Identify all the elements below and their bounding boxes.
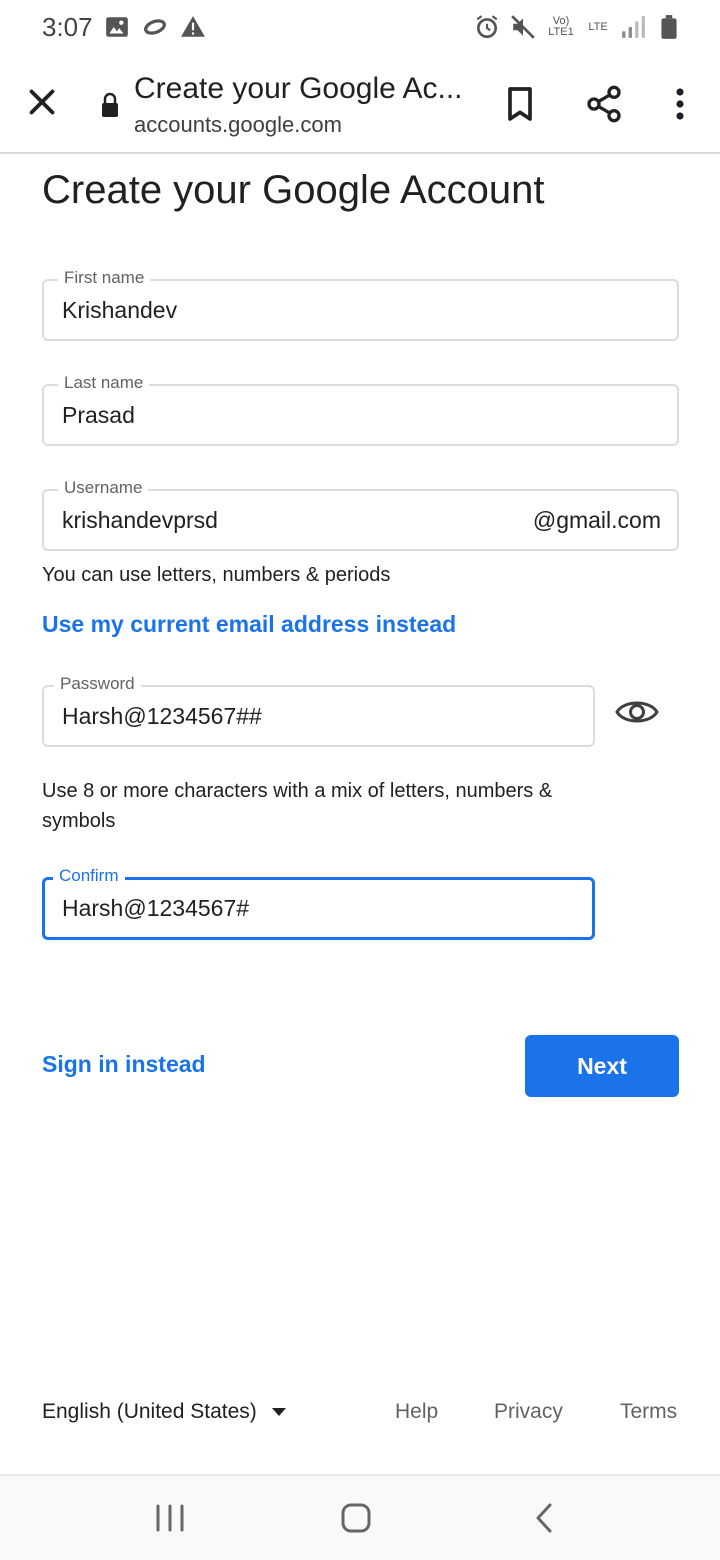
username-value[interactable]: krishandevprsd	[62, 507, 218, 534]
warning-icon	[181, 16, 205, 37]
status-icons-right: Vo) LTE1 LTE	[474, 14, 682, 40]
confirm-password-field[interactable]: Confirm Harsh@1234567#	[42, 866, 595, 940]
gmail-suffix: @gmail.com	[532, 507, 661, 533]
use-current-email-link[interactable]: Use my current email address instead	[42, 611, 456, 638]
terms-link[interactable]: Terms	[620, 1400, 677, 1424]
battery-icon	[661, 15, 677, 39]
close-icon[interactable]	[24, 84, 60, 120]
password-value[interactable]: Harsh@1234567##	[62, 703, 262, 730]
mute-icon	[511, 15, 535, 39]
first-name-field[interactable]: First name Krishandev	[42, 268, 679, 341]
help-link[interactable]: Help	[395, 1400, 438, 1424]
system-navigation-bar	[0, 1476, 720, 1560]
network-sub-label: Vo) LTE1	[548, 15, 574, 38]
last-name-value[interactable]: Prasad	[62, 402, 135, 429]
status-time: 3:07	[42, 12, 93, 42]
browser-toolbar: Create your Google Ac... accounts.google…	[0, 62, 720, 154]
network-label: LTE	[588, 20, 608, 33]
password-hint: Use 8 or more characters with a mix of l…	[42, 780, 553, 832]
signal-icon	[622, 16, 645, 38]
last-name-field[interactable]: Last name Prasad	[42, 373, 679, 446]
last-name-label: Last name	[58, 373, 150, 393]
username-hint: You can use letters, numbers & periods	[42, 564, 391, 586]
show-password-icon[interactable]	[614, 692, 660, 732]
bookmark-icon[interactable]	[500, 84, 540, 124]
alarm-icon	[476, 15, 498, 39]
form-heading: Create your Google Account	[42, 168, 545, 212]
page-title: Create your Google Ac...	[134, 72, 463, 105]
dropdown-arrow-icon	[271, 1408, 286, 1416]
first-name-label: First name	[58, 268, 151, 288]
status-icons-left	[104, 14, 206, 40]
sync-icon	[144, 19, 166, 35]
more-options-icon[interactable]	[662, 84, 698, 124]
password-label: Password	[54, 674, 141, 694]
sign-in-instead-link[interactable]: Sign in instead	[42, 1051, 206, 1078]
confirm-label: Confirm	[53, 866, 125, 886]
home-icon[interactable]	[336, 1500, 376, 1536]
username-label: Username	[58, 478, 149, 498]
confirm-value[interactable]: Harsh@1234567#	[62, 895, 249, 922]
url-text[interactable]: accounts.google.com	[134, 112, 342, 138]
username-field[interactable]: Username krishandevprsd @gmail.com	[42, 478, 679, 551]
password-field[interactable]: Password Harsh@1234567##	[42, 674, 595, 747]
privacy-link[interactable]: Privacy	[494, 1400, 563, 1424]
lock-icon	[102, 92, 118, 117]
language-selector[interactable]: English (United States)	[42, 1400, 287, 1424]
share-icon[interactable]	[584, 84, 624, 124]
language-label: English (United States)	[42, 1400, 257, 1423]
first-name-value[interactable]: Krishandev	[62, 297, 177, 324]
back-icon[interactable]	[524, 1500, 564, 1536]
next-button[interactable]: Next	[525, 1035, 679, 1097]
recent-apps-icon[interactable]	[150, 1500, 190, 1536]
gallery-icon	[106, 17, 128, 37]
